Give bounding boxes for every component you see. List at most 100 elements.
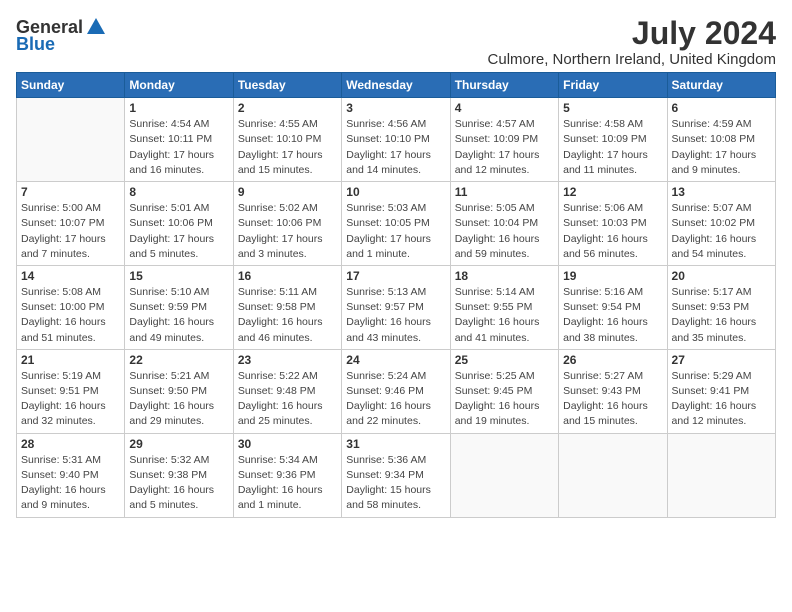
day-info: Sunrise: 5:17 AM Sunset: 9:53 PM Dayligh… (672, 285, 771, 346)
week-row-2: 7 Sunrise: 5:00 AM Sunset: 10:07 PM Dayli… (17, 182, 776, 266)
page-header: General Blue July 2024 Culmore, Northern… (16, 16, 776, 68)
day-cell: 14Sunrise: 5:08 AM Sunset: 10:00 PM Dayl… (17, 265, 125, 349)
day-cell: 13 Sunrise: 5:07 AM Sunset: 10:02 PM Dayl… (667, 182, 775, 266)
day-number: 19 (563, 269, 662, 283)
day-info: Sunrise: 5:36 AM Sunset: 9:34 PM Dayligh… (346, 453, 445, 514)
day-number: 23 (238, 353, 337, 367)
day-info: Sunrise: 4:54 AM Sunset: 10:11 PM Daylig… (129, 117, 228, 178)
day-number: 6 (672, 101, 771, 115)
day-cell: 11 Sunrise: 5:05 AM Sunset: 10:04 PM Dayl… (450, 182, 558, 266)
day-number: 14 (21, 269, 120, 283)
day-cell: 7 Sunrise: 5:00 AM Sunset: 10:07 PM Dayli… (17, 182, 125, 266)
header-cell-friday: Friday (559, 73, 667, 98)
day-number: 1 (129, 101, 228, 115)
day-cell: 9Sunrise: 5:02 AM Sunset: 10:06 PM Dayli… (233, 182, 341, 266)
day-number: 8 (129, 185, 228, 199)
header-cell-wednesday: Wednesday (342, 73, 450, 98)
title-area: July 2024 Culmore, Northern Ireland, Uni… (488, 16, 776, 68)
day-cell: 30Sunrise: 5:34 AM Sunset: 9:36 PM Dayli… (233, 433, 341, 517)
day-number: 25 (455, 353, 554, 367)
day-info: Sunrise: 4:55 AM Sunset: 10:10 PM Daylig… (238, 117, 337, 178)
day-info: Sunrise: 5:11 AM Sunset: 9:58 PM Dayligh… (238, 285, 337, 346)
day-info: Sunrise: 5:14 AM Sunset: 9:55 PM Dayligh… (455, 285, 554, 346)
day-info: Sunrise: 5:03 AM Sunset: 10:05 PM Daylig… (346, 201, 445, 262)
day-cell: 1 Sunrise: 4:54 AM Sunset: 10:11 PM Dayli… (125, 98, 233, 182)
day-number: 4 (455, 101, 554, 115)
day-cell: 10Sunrise: 5:03 AM Sunset: 10:05 PM Dayl… (342, 182, 450, 266)
day-number: 13 (672, 185, 771, 199)
day-cell: 8Sunrise: 5:01 AM Sunset: 10:06 PM Dayli… (125, 182, 233, 266)
day-cell (667, 433, 775, 517)
day-cell: 17 Sunrise: 5:13 AM Sunset: 9:57 PM Dayli… (342, 265, 450, 349)
day-number: 26 (563, 353, 662, 367)
day-info: Sunrise: 5:16 AM Sunset: 9:54 PM Dayligh… (563, 285, 662, 346)
day-info: Sunrise: 5:07 AM Sunset: 10:02 PM Daylig… (672, 201, 771, 262)
day-cell: 28 Sunrise: 5:31 AM Sunset: 9:40 PM Dayli… (17, 433, 125, 517)
day-info: Sunrise: 5:25 AM Sunset: 9:45 PM Dayligh… (455, 369, 554, 430)
day-cell: 12Sunrise: 5:06 AM Sunset: 10:03 PM Dayl… (559, 182, 667, 266)
day-cell: 25 Sunrise: 5:25 AM Sunset: 9:45 PM Dayli… (450, 349, 558, 433)
header-row: SundayMondayTuesdayWednesdayThursdayFrid… (17, 73, 776, 98)
day-number: 22 (129, 353, 228, 367)
day-info: Sunrise: 5:00 AM Sunset: 10:07 PM Daylig… (21, 201, 120, 262)
day-info: Sunrise: 5:32 AM Sunset: 9:38 PM Dayligh… (129, 453, 228, 514)
location-title: Culmore, Northern Ireland, United Kingdo… (488, 51, 776, 68)
header-cell-tuesday: Tuesday (233, 73, 341, 98)
day-cell: 5 Sunrise: 4:58 AM Sunset: 10:09 PM Dayli… (559, 98, 667, 182)
day-info: Sunrise: 4:57 AM Sunset: 10:09 PM Daylig… (455, 117, 554, 178)
day-number: 30 (238, 437, 337, 451)
logo: General Blue (16, 16, 107, 55)
day-number: 11 (455, 185, 554, 199)
calendar-table: SundayMondayTuesdayWednesdayThursdayFrid… (16, 72, 776, 517)
day-cell: 21Sunrise: 5:19 AM Sunset: 9:51 PM Dayli… (17, 349, 125, 433)
header-cell-monday: Monday (125, 73, 233, 98)
day-number: 21 (21, 353, 120, 367)
header-cell-thursday: Thursday (450, 73, 558, 98)
day-cell (17, 98, 125, 182)
month-title: July 2024 (488, 16, 776, 51)
logo-icon (85, 16, 107, 38)
day-number: 18 (455, 269, 554, 283)
day-number: 27 (672, 353, 771, 367)
day-cell: 15Sunrise: 5:10 AM Sunset: 9:59 PM Dayli… (125, 265, 233, 349)
day-cell: 18 Sunrise: 5:14 AM Sunset: 9:55 PM Dayli… (450, 265, 558, 349)
day-info: Sunrise: 4:58 AM Sunset: 10:09 PM Daylig… (563, 117, 662, 178)
logo-blue-text: Blue (16, 34, 55, 55)
day-number: 31 (346, 437, 445, 451)
day-number: 9 (238, 185, 337, 199)
day-info: Sunrise: 5:31 AM Sunset: 9:40 PM Dayligh… (21, 453, 120, 514)
week-row-3: 14Sunrise: 5:08 AM Sunset: 10:00 PM Dayl… (17, 265, 776, 349)
week-row-1: 1 Sunrise: 4:54 AM Sunset: 10:11 PM Dayli… (17, 98, 776, 182)
week-row-5: 28 Sunrise: 5:31 AM Sunset: 9:40 PM Dayli… (17, 433, 776, 517)
day-cell: 26 Sunrise: 5:27 AM Sunset: 9:43 PM Dayli… (559, 349, 667, 433)
day-info: Sunrise: 5:06 AM Sunset: 10:03 PM Daylig… (563, 201, 662, 262)
day-cell: 2Sunrise: 4:55 AM Sunset: 10:10 PM Dayli… (233, 98, 341, 182)
day-number: 16 (238, 269, 337, 283)
day-cell: 27Sunrise: 5:29 AM Sunset: 9:41 PM Dayli… (667, 349, 775, 433)
day-cell: 31 Sunrise: 5:36 AM Sunset: 9:34 PM Dayli… (342, 433, 450, 517)
day-info: Sunrise: 4:56 AM Sunset: 10:10 PM Daylig… (346, 117, 445, 178)
day-info: Sunrise: 5:21 AM Sunset: 9:50 PM Dayligh… (129, 369, 228, 430)
day-cell (559, 433, 667, 517)
day-number: 20 (672, 269, 771, 283)
day-number: 29 (129, 437, 228, 451)
day-cell: 24Sunrise: 5:24 AM Sunset: 9:46 PM Dayli… (342, 349, 450, 433)
day-number: 17 (346, 269, 445, 283)
day-cell: 4 Sunrise: 4:57 AM Sunset: 10:09 PM Dayli… (450, 98, 558, 182)
day-number: 24 (346, 353, 445, 367)
day-cell: 16 Sunrise: 5:11 AM Sunset: 9:58 PM Dayli… (233, 265, 341, 349)
day-number: 28 (21, 437, 120, 451)
day-info: Sunrise: 5:27 AM Sunset: 9:43 PM Dayligh… (563, 369, 662, 430)
day-info: Sunrise: 5:05 AM Sunset: 10:04 PM Daylig… (455, 201, 554, 262)
day-cell: 22 Sunrise: 5:21 AM Sunset: 9:50 PM Dayli… (125, 349, 233, 433)
week-row-4: 21Sunrise: 5:19 AM Sunset: 9:51 PM Dayli… (17, 349, 776, 433)
day-number: 5 (563, 101, 662, 115)
day-info: Sunrise: 5:10 AM Sunset: 9:59 PM Dayligh… (129, 285, 228, 346)
day-cell: 19 Sunrise: 5:16 AM Sunset: 9:54 PM Dayli… (559, 265, 667, 349)
header-cell-sunday: Sunday (17, 73, 125, 98)
day-number: 7 (21, 185, 120, 199)
day-info: Sunrise: 4:59 AM Sunset: 10:08 PM Daylig… (672, 117, 771, 178)
day-cell: 3Sunrise: 4:56 AM Sunset: 10:10 PM Dayli… (342, 98, 450, 182)
day-cell: 20 Sunrise: 5:17 AM Sunset: 9:53 PM Dayli… (667, 265, 775, 349)
day-info: Sunrise: 5:13 AM Sunset: 9:57 PM Dayligh… (346, 285, 445, 346)
